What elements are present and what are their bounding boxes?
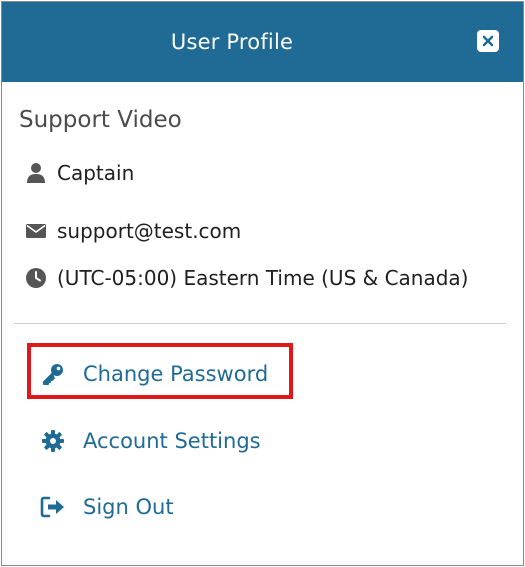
close-button[interactable] xyxy=(477,30,499,52)
person-icon xyxy=(24,161,48,185)
sign-out-icon xyxy=(39,493,67,521)
panel-header: User Profile xyxy=(2,2,523,82)
gear-icon xyxy=(39,427,67,455)
account-settings-label: Account Settings xyxy=(83,429,261,453)
user-email: support@test.com xyxy=(57,219,242,243)
key-icon xyxy=(39,360,67,388)
sign-out-label: Sign Out xyxy=(83,495,174,519)
account-settings-link[interactable]: Account Settings xyxy=(39,424,261,458)
timezone-row: (UTC-05:00) Eastern Time (US & Canada) xyxy=(24,263,468,293)
user-timezone: (UTC-05:00) Eastern Time (US & Canada) xyxy=(57,266,469,290)
clock-icon xyxy=(24,266,48,290)
change-password-label: Change Password xyxy=(83,362,269,386)
role-row: Captain xyxy=(24,158,134,188)
user-role: Captain xyxy=(57,161,135,185)
panel-title: User Profile xyxy=(170,30,294,54)
user-profile-panel: User Profile Support Video Captain suppo… xyxy=(1,1,524,566)
close-icon xyxy=(482,35,494,47)
change-password-link[interactable]: Change Password xyxy=(39,357,268,391)
divider xyxy=(14,323,506,324)
sign-out-link[interactable]: Sign Out xyxy=(39,490,174,524)
user-display-name: Support Video xyxy=(19,107,182,133)
envelope-icon xyxy=(24,219,48,243)
email-row: support@test.com xyxy=(24,216,241,246)
